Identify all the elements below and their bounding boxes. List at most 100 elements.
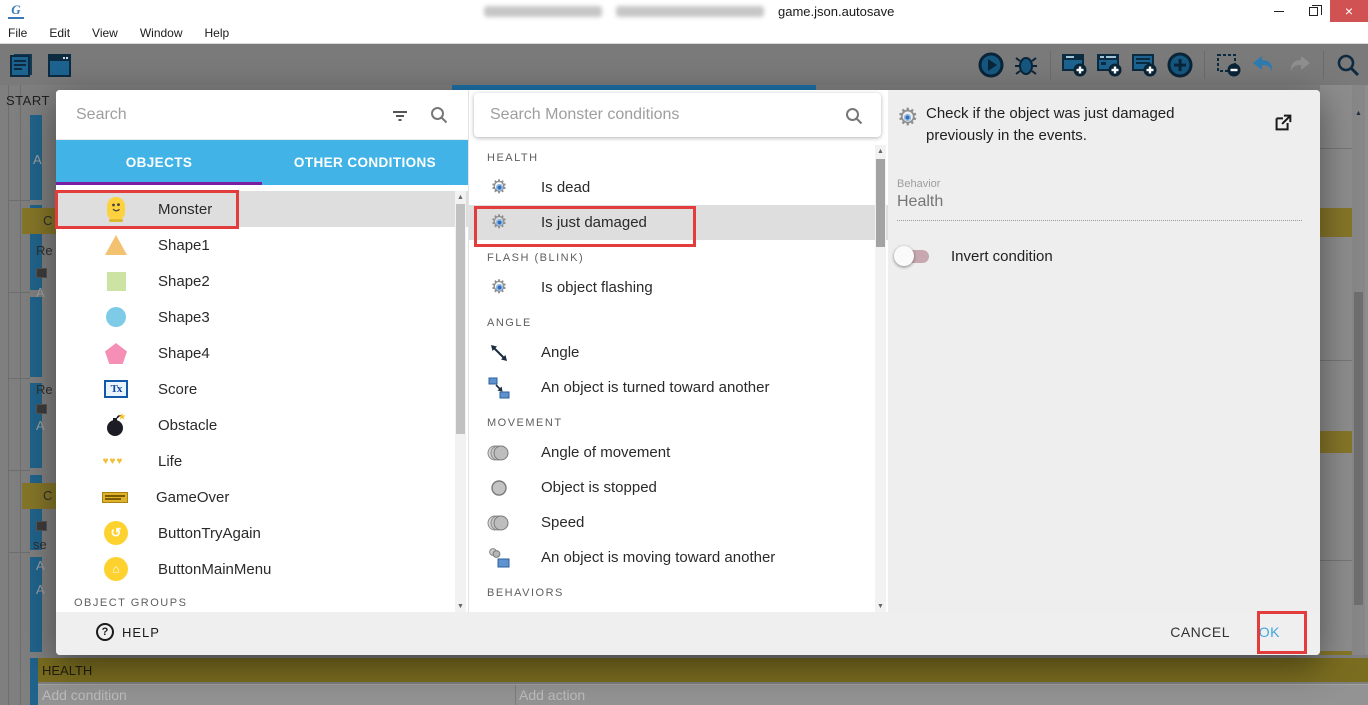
object-row-buttontryagain[interactable]: ButtonTryAgain	[56, 515, 468, 551]
annotation-monster	[55, 190, 239, 229]
angle-arrows-icon	[487, 341, 511, 365]
home-button-icon	[104, 555, 128, 583]
condition-search-field[interactable]: Search Monster conditions	[474, 93, 881, 137]
menu-file[interactable]: File	[8, 26, 27, 40]
condition-picker-panel: Search Monster conditions HEALTH Is dead…	[468, 90, 888, 612]
object-list: Monster Shape1 Shape2 Shape3 Shape4 Tx S…	[56, 185, 468, 612]
condition-row-moving-toward[interactable]: An object is moving toward another	[469, 540, 888, 575]
pentagon-icon	[104, 339, 128, 367]
search-events-icon[interactable]	[1334, 51, 1362, 79]
retry-button-icon	[104, 519, 128, 547]
condition-row-turned-toward[interactable]: An object is turned toward another	[469, 370, 888, 405]
object-row-shape2[interactable]: Shape2	[56, 263, 468, 299]
bomb-icon	[104, 411, 128, 439]
add-subevent-button[interactable]	[1096, 51, 1124, 79]
minimize-button[interactable]	[1262, 0, 1296, 22]
object-row-shape4[interactable]: Shape4	[56, 335, 468, 371]
object-list-scrollbar-thumb[interactable]	[456, 204, 465, 434]
tab-objects[interactable]: OBJECTS	[56, 140, 262, 185]
debug-button[interactable]	[1012, 51, 1040, 79]
run-game-button[interactable]	[977, 51, 1005, 79]
invert-condition-label: Invert condition	[951, 248, 1053, 265]
section-behaviors: BEHAVIORS	[487, 587, 564, 599]
help-icon: ?	[96, 623, 114, 641]
section-angle: ANGLE	[487, 317, 532, 329]
scroll-down-icon[interactable]: ▼	[875, 600, 886, 612]
dimmed-add-row: Add condition Add action	[38, 684, 1368, 705]
annotation-ok	[1257, 611, 1307, 654]
object-search-field[interactable]: Search	[56, 90, 468, 140]
hearts-icon	[96, 447, 130, 475]
gear-icon	[487, 276, 511, 300]
add-comment-button[interactable]	[1131, 51, 1159, 79]
window-title: game.json.autosave	[484, 4, 894, 19]
gear-icon	[487, 176, 511, 200]
object-list-scrollbar[interactable]: ▲ ▼	[455, 191, 466, 612]
condition-row-is-dead[interactable]: Is dead	[469, 170, 888, 205]
banner-icon	[100, 483, 130, 511]
object-row-gameover[interactable]: GameOver	[56, 479, 468, 515]
object-row-shape3[interactable]: Shape3	[56, 299, 468, 335]
object-row-score[interactable]: Score	[56, 371, 468, 407]
turned-toward-icon	[487, 376, 511, 400]
close-button[interactable]: ×	[1330, 0, 1368, 22]
gear-icon	[897, 104, 919, 131]
condition-description: Check if the object was just damaged pre…	[926, 105, 1175, 144]
movement-circles-icon	[487, 441, 511, 465]
behavior-field-value[interactable]: Health	[897, 193, 943, 211]
scroll-up-icon[interactable]: ▲	[455, 191, 466, 203]
square-icon	[104, 267, 128, 295]
condition-details-panel: Check if the object was just damaged pre…	[888, 90, 1320, 612]
object-row-shape1[interactable]: Shape1	[56, 227, 468, 263]
condition-row-is-object-flashing[interactable]: Is object flashing	[469, 270, 888, 305]
add-event-button[interactable]	[1061, 51, 1089, 79]
invert-condition-toggle[interactable]	[894, 246, 929, 266]
cancel-button[interactable]: CANCEL	[1170, 624, 1230, 640]
choose-condition-dialog: Search OBJECTS OTHER CONDITIONS Monster	[56, 90, 1320, 655]
condition-row-angle[interactable]: Angle	[469, 335, 888, 370]
events-scrollbar-thumb[interactable]	[1354, 292, 1363, 605]
search-icon	[428, 104, 450, 131]
scene-editor-tab-icon[interactable]	[46, 51, 74, 79]
condition-list-scrollbar-thumb[interactable]	[876, 159, 885, 247]
dimmed-add-condition: Add condition	[42, 687, 127, 703]
dimmed-action-icon	[37, 522, 46, 530]
object-row-life[interactable]: Life	[56, 443, 468, 479]
object-search-placeholder: Search	[76, 105, 127, 123]
menu-view[interactable]: View	[92, 26, 118, 40]
menu-window[interactable]: Window	[140, 26, 183, 40]
events-sheet-right-edge: ▲	[1320, 85, 1368, 658]
events-sheet-tab-icon[interactable]	[8, 51, 36, 79]
menu-help[interactable]: Help	[205, 26, 230, 40]
object-picker-panel: Search OBJECTS OTHER CONDITIONS Monster	[56, 90, 468, 612]
dimmed-health-event-bar: HEALTH	[38, 658, 1368, 682]
circle-icon	[104, 303, 128, 331]
filter-icon[interactable]	[390, 105, 410, 130]
condition-search-placeholder: Search Monster conditions	[490, 106, 680, 123]
object-row-obstacle[interactable]: Obstacle	[56, 407, 468, 443]
open-in-new-icon[interactable]	[1272, 112, 1294, 139]
redacted-title-segment	[616, 6, 764, 17]
condition-list-scrollbar[interactable]: ▲ ▼	[875, 145, 886, 612]
window-title-text: game.json.autosave	[778, 4, 895, 19]
scroll-down-icon[interactable]: ▼	[455, 600, 466, 612]
restore-button[interactable]	[1296, 0, 1330, 22]
events-sheet-left-edge: START A C Re A Re A C se A A	[0, 85, 56, 658]
undo-icon[interactable]	[1250, 51, 1278, 79]
condition-row-speed[interactable]: Speed	[469, 505, 888, 540]
redo-icon[interactable]	[1285, 51, 1313, 79]
tab-other-conditions[interactable]: OTHER CONDITIONS	[262, 140, 468, 185]
help-button[interactable]: ? HELP	[96, 623, 160, 641]
menu-bar: File Edit View Window Help	[0, 22, 1368, 44]
dimmed-add-action: Add action	[519, 687, 586, 703]
condition-row-angle-of-movement[interactable]: Angle of movement	[469, 435, 888, 470]
condition-row-object-is-stopped[interactable]: Object is stopped	[469, 470, 888, 505]
section-movement: MOVEMENT	[487, 417, 563, 429]
scroll-up-icon[interactable]: ▲	[875, 145, 886, 157]
events-scrollbar[interactable]: ▲	[1352, 85, 1365, 658]
add-other-event-button[interactable]	[1166, 51, 1194, 79]
delete-event-button[interactable]	[1215, 51, 1243, 79]
dimmed-start-label: START	[6, 93, 50, 108]
menu-edit[interactable]: Edit	[49, 26, 70, 40]
object-row-buttonmainmenu[interactable]: ButtonMainMenu	[56, 551, 468, 587]
